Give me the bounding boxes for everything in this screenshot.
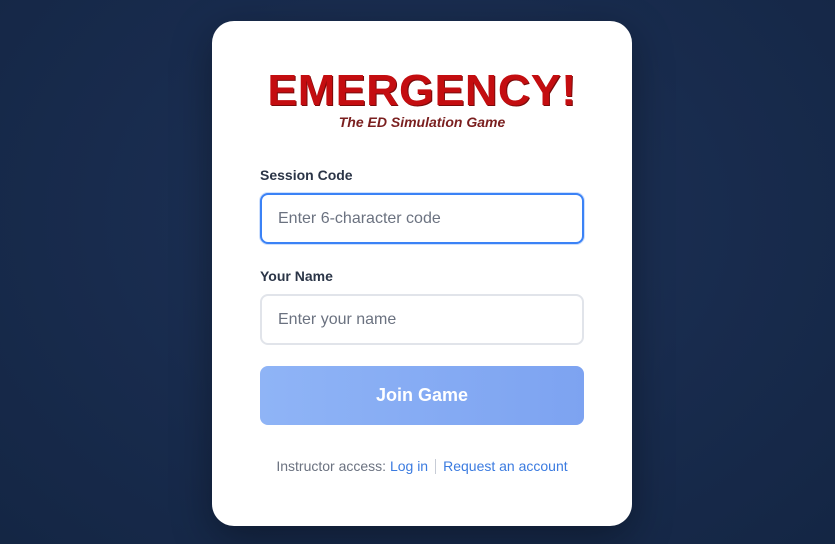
your-name-label: Your Name <box>260 268 333 284</box>
instructor-access-footer: Instructor access: Log in Request an acco… <box>212 458 632 474</box>
session-code-label: Session Code <box>260 167 353 183</box>
login-link[interactable]: Log in <box>390 458 428 474</box>
your-name-input[interactable] <box>260 294 584 345</box>
join-game-button[interactable]: Join Game <box>260 366 584 425</box>
game-logo: EMERGENCY! The ED Simulation Game <box>212 69 632 131</box>
session-code-input[interactable] <box>260 193 584 244</box>
footer-divider <box>435 459 437 474</box>
login-card: EMERGENCY! The ED Simulation Game Sessio… <box>212 21 632 526</box>
request-account-link[interactable]: Request an account <box>443 458 568 474</box>
instructor-access-text: Instructor access: <box>276 458 390 474</box>
logo-subtitle: The ED Simulation Game <box>338 114 506 130</box>
logo-title: EMERGENCY! <box>267 66 577 115</box>
